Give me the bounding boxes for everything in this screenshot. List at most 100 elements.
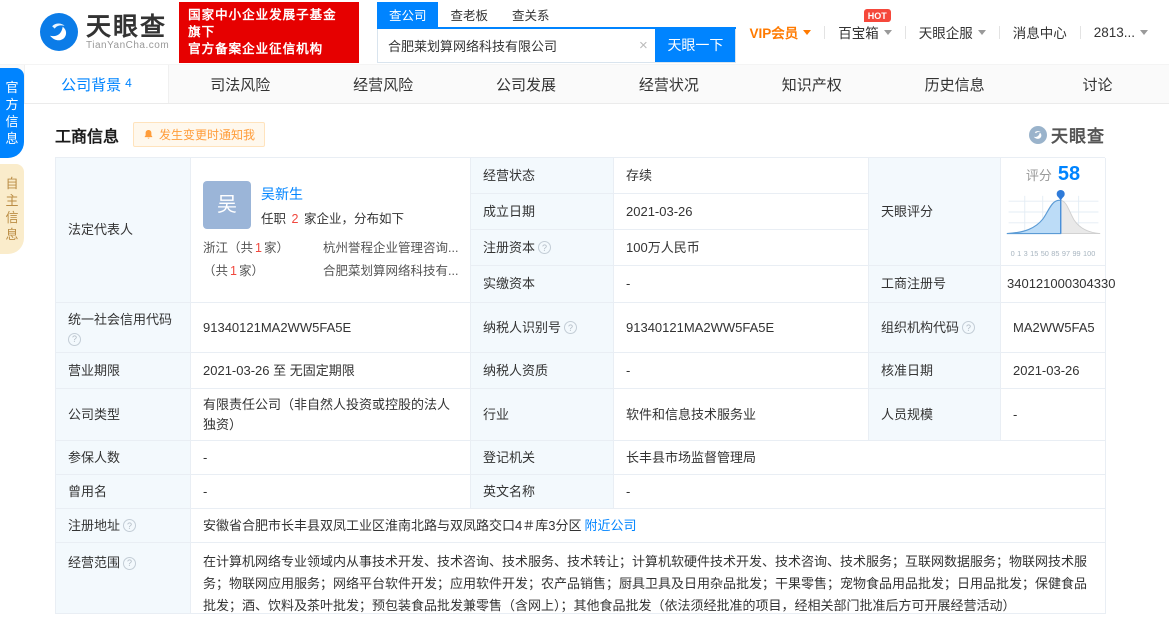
company-type-label: 公司类型	[56, 389, 191, 441]
search-tab-relation[interactable]: 查关系	[500, 2, 562, 27]
business-info-table: 法定代表人 吴 吴新生 任职 2 家企业，分布如下 浙江（共 1 家） 杭州誉程企业…	[55, 157, 1115, 614]
search-input[interactable]	[377, 28, 632, 62]
help-icon[interactable]: ?	[962, 321, 976, 334]
business-scope-label: 经营范围?	[56, 543, 191, 614]
menu-message-center[interactable]: 消息中心	[1000, 22, 1080, 42]
industry-label: 行业	[471, 389, 614, 441]
menu-toolbox[interactable]: HOT 百宝箱	[825, 9, 905, 42]
side-tab-official-info[interactable]: 官方信息	[0, 68, 24, 158]
tianyancha-logo[interactable]: 天眼查 TianYanCha.com	[40, 13, 169, 51]
search-tabs: 查公司 查老板 查关系	[376, 1, 737, 29]
reg-capital-value: 100万人民币	[614, 230, 869, 266]
former-name-value: -	[191, 475, 471, 509]
help-icon[interactable]: ?	[123, 556, 137, 570]
tianyan-score-chart[interactable]: 评分 58 0 1 3 15 50 85 97 99 100	[1001, 158, 1106, 266]
est-date-value: 2021-03-26	[614, 194, 869, 230]
table-row: 法定代表人 吴 吴新生 任职 2 家企业，分布如下 浙江（共 1 家） 杭州誉程企业…	[56, 158, 1115, 303]
tab-discussion[interactable]: 讨论	[1026, 65, 1169, 103]
table-row: 公司类型 有限责任公司（非自然人投资或控股的法人独资） 行业 软件和信息技术服务…	[56, 389, 1106, 441]
reg-authority-value: 长丰县市场监督管理局	[614, 441, 1106, 475]
company-nav-tabs: 公司背景 4 司法风险 经营风险 公司发展 经营状况 知识产权 历史信息 讨论	[0, 64, 1169, 104]
page-header: 天眼查 TianYanCha.com 国家中小企业发展子基金旗下 官方备案企业征…	[0, 0, 1169, 64]
taxpayer-quality-value: -	[614, 353, 869, 389]
reg-address-value: 安徽省合肥市长丰县双凤工业区淮南北路与双凤路交口4＃库3分区 附近公司	[191, 509, 1106, 543]
org-code-label: 组织机构代码?	[869, 303, 1001, 353]
help-icon[interactable]: ?	[68, 332, 81, 346]
menu-user-account[interactable]: 2813...	[1081, 25, 1161, 40]
tab-history-info[interactable]: 历史信息	[883, 65, 1026, 103]
legal-rep-cell: 吴 吴新生 任职 2 家企业，分布如下 浙江（共 1 家） 杭州誉程企业管理咨询..…	[191, 158, 471, 303]
tianyan-score-label: 天眼评分	[869, 158, 1001, 266]
table-row: 营业期限 2021-03-26 至 无固定期限 纳税人资质 - 核准日期 202…	[56, 353, 1106, 389]
tab-company-background[interactable]: 公司背景 4	[24, 65, 169, 103]
chevron-down-icon	[803, 29, 812, 35]
chevron-down-icon	[883, 29, 892, 35]
approval-date-label: 核准日期	[869, 353, 1001, 389]
menu-enterprise-service[interactable]: 天眼企服	[906, 22, 999, 42]
tab-operating-risk[interactable]: 经营风险	[312, 65, 455, 103]
staff-size-value: -	[1001, 389, 1106, 441]
search-tab-company[interactable]: 查公司	[376, 1, 439, 27]
help-icon[interactable]: ?	[123, 519, 137, 532]
table-row: 参保人数 - 登记机关 长丰县市场监督管理局	[56, 441, 1106, 475]
help-icon[interactable]: ?	[564, 321, 578, 334]
list-item: （共 1 家） 合肥菜划算网络科技有...	[203, 260, 458, 283]
tianyancha-watermark-icon	[1029, 125, 1047, 144]
business-term-value: 2021-03-26 至 无固定期限	[191, 353, 471, 389]
reg-authority-label: 登记机关	[471, 441, 614, 475]
table-row: 曾用名 - 英文名称 -	[56, 475, 1106, 509]
credit-code-label: 统一社会信用代码?	[56, 303, 191, 353]
paid-capital-value: -	[614, 266, 869, 303]
score-value: 58	[1057, 162, 1081, 185]
tianyancha-logo-icon	[40, 13, 78, 51]
insured-count-value: -	[191, 441, 471, 475]
search-area: 查公司 查老板 查关系 × 天眼一下	[376, 1, 737, 63]
search-tab-boss[interactable]: 查老板	[438, 2, 500, 27]
tab-operating-status[interactable]: 经营状况	[598, 65, 741, 103]
legal-rep-label: 法定代表人	[56, 158, 191, 303]
score-curve-chart	[1006, 189, 1101, 234]
taxpayer-id-value: 91340121MA2WW5FA5E	[614, 303, 869, 353]
search-button[interactable]: 天眼一下	[655, 28, 736, 62]
est-date-label: 成立日期	[471, 194, 614, 230]
score-axis: 0 1 3 15 50 85 97 99 100	[1010, 248, 1096, 258]
nearby-companies-link[interactable]: 附近公司	[584, 516, 636, 536]
related-company-link[interactable]: 合肥菜划算网络科技有...	[323, 260, 458, 283]
menu-vip[interactable]: VIP会员	[736, 22, 824, 42]
tab-count-badge: 4	[125, 76, 132, 90]
official-credit-badge: 国家中小企业发展子基金旗下 官方备案企业征信机构	[179, 1, 359, 63]
tab-company-development[interactable]: 公司发展	[455, 65, 598, 103]
chevron-down-icon	[1140, 29, 1148, 35]
reg-address-label: 注册地址?	[56, 509, 191, 543]
org-code-value: MA2WW5FA5	[1001, 303, 1106, 353]
brand-name: 天眼查	[86, 12, 168, 41]
notify-on-change-button[interactable]: 发生变更时通知我	[133, 122, 266, 147]
tab-judicial-risk[interactable]: 司法风险	[169, 65, 312, 103]
business-info-section-head: 工商信息 发生变更时通知我 天眼查	[55, 122, 1105, 147]
side-tabs: 官方信息 自主信息	[0, 68, 24, 260]
brand-domain: TianYanCha.com	[86, 39, 170, 51]
chevron-down-icon	[977, 29, 986, 35]
clear-search-icon[interactable]: ×	[631, 29, 655, 62]
staff-size-label: 人员规模	[869, 389, 1001, 441]
taxpayer-quality-label: 纳税人资质	[471, 353, 614, 389]
reg-number-value: 340121000304330	[1001, 266, 1115, 303]
list-item: 浙江（共 1 家） 杭州誉程企业管理咨询...	[203, 237, 458, 260]
side-tab-self-info[interactable]: 自主信息	[0, 164, 24, 254]
section-title: 工商信息	[55, 128, 120, 146]
insured-count-label: 参保人数	[56, 441, 191, 475]
help-icon[interactable]: ?	[538, 241, 552, 254]
table-row: 统一社会信用代码? 91340121MA2WW5FA5E 纳税人识别号? 913…	[56, 303, 1106, 353]
business-scope-value: 在计算机网络专业领域内从事技术开发、技术咨询、技术服务、技术转让；计算机软硬件技…	[191, 543, 1106, 614]
table-row: 经营范围? 在计算机网络专业领域内从事技术开发、技术咨询、技术服务、技术转让；计…	[56, 543, 1106, 614]
legal-rep-name-link[interactable]: 吴新生	[261, 184, 404, 204]
reg-capital-label: 注册资本?	[471, 230, 614, 266]
related-company-link[interactable]: 杭州誉程企业管理咨询...	[323, 237, 458, 260]
credit-code-value: 91340121MA2WW5FA5E	[191, 303, 471, 353]
status-value: 存续	[614, 158, 869, 194]
tab-intellectual-property[interactable]: 知识产权	[740, 65, 883, 103]
hot-badge: HOT	[863, 9, 891, 22]
former-name-label: 曾用名	[56, 475, 191, 509]
avatar[interactable]: 吴	[203, 181, 251, 229]
tianyancha-watermark: 天眼查	[1029, 122, 1105, 147]
